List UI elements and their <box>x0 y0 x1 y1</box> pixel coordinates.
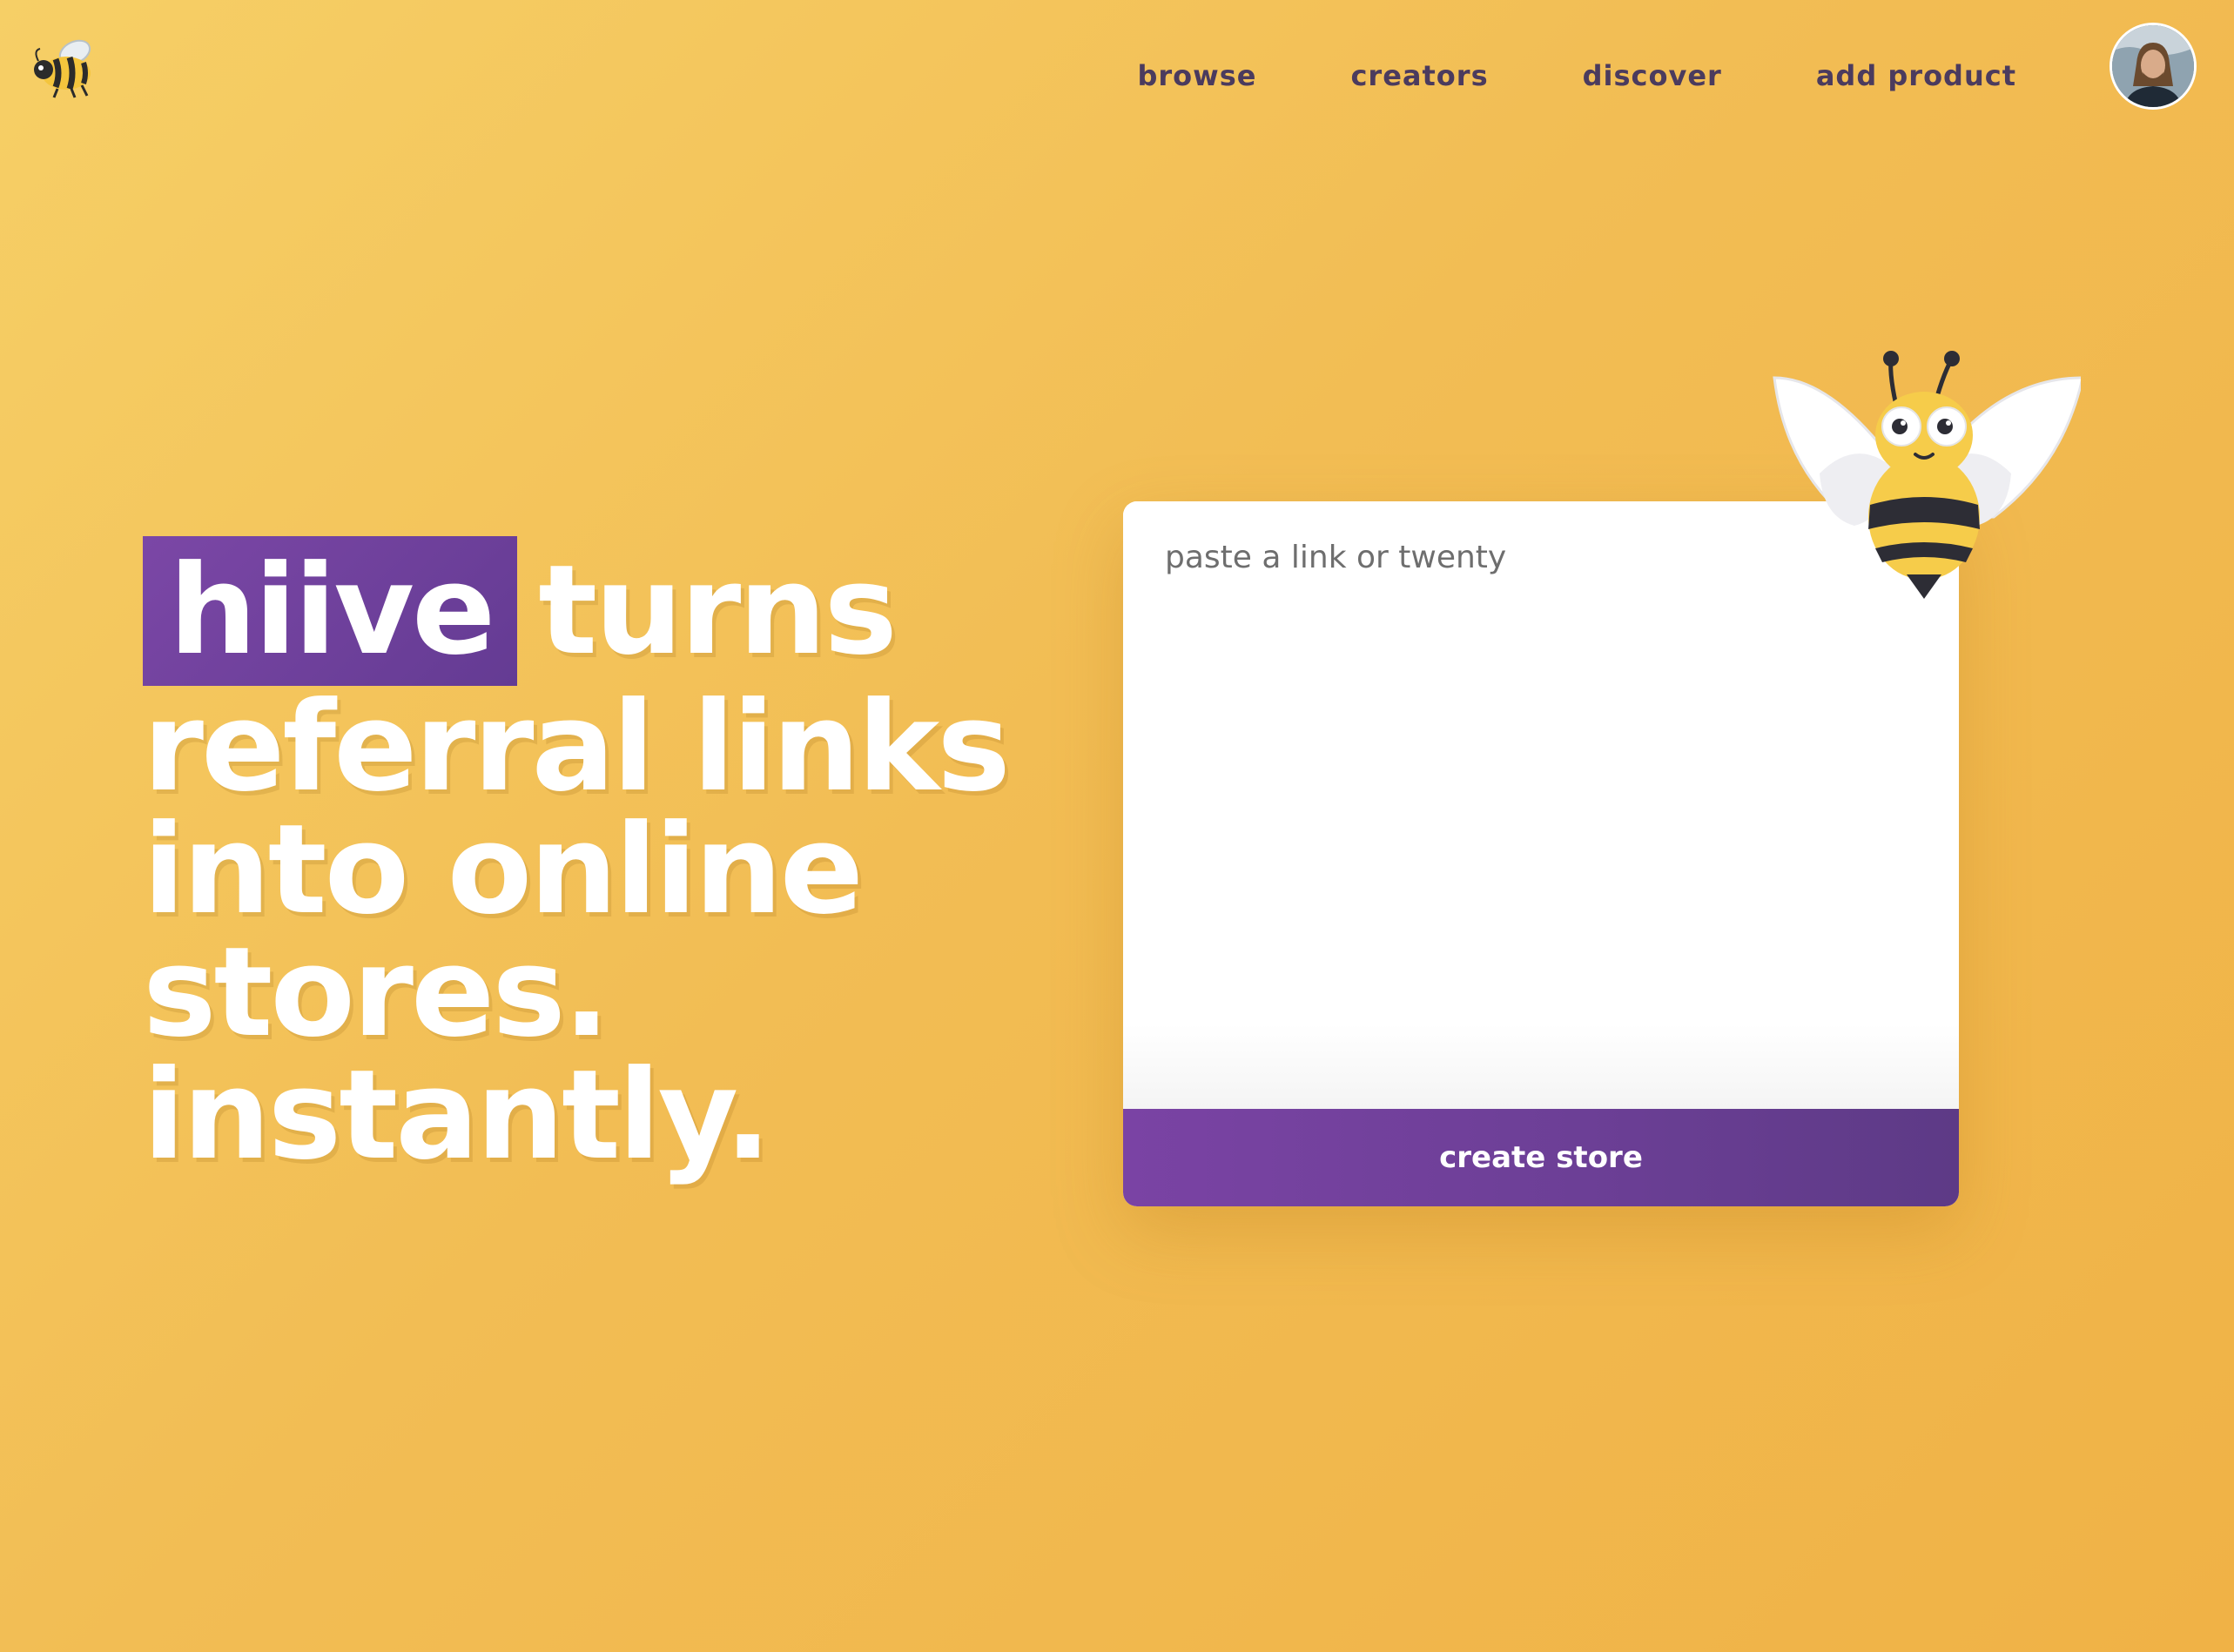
nav-discover-link[interactable]: discover <box>1583 59 1722 92</box>
logo-bee-icon[interactable] <box>31 33 99 101</box>
bee-mascot-icon <box>1759 343 2084 604</box>
create-store-button[interactable]: create store <box>1123 1109 1959 1206</box>
nav-browse-link[interactable]: browse <box>1137 59 1256 92</box>
headline-line-5: instantly. <box>143 1044 771 1187</box>
nav-creators-link[interactable]: creators <box>1350 59 1488 92</box>
user-avatar-icon <box>2112 25 2194 107</box>
create-store-card: create store <box>1123 501 1959 1206</box>
brand-highlight: hiive <box>143 536 518 686</box>
user-avatar[interactable] <box>2110 23 2197 110</box>
headline-word-turns: turns <box>538 539 898 682</box>
headline-line-1: hiive turns <box>143 536 1057 686</box>
hero-headline: hiive turns referral links into online st… <box>143 536 1057 1187</box>
headline-line-2: referral links <box>143 675 1011 819</box>
headline-line-4: stores. <box>143 921 610 1064</box>
top-nav: browse creators discover add product <box>1137 59 2016 92</box>
nav-add-product-link[interactable]: add product <box>1816 59 2016 92</box>
headline-line-3: into online <box>143 798 864 942</box>
